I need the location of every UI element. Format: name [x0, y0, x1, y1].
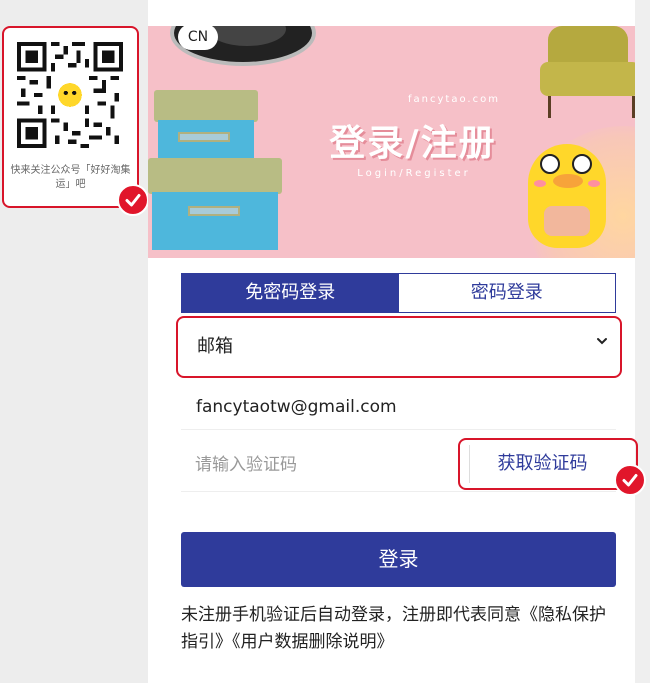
storage-box-lid-bottom — [148, 158, 282, 194]
qr-panel: 快来关注公众号「好好淘集运」吧 — [0, 0, 149, 683]
get-code-highlight-box: 获取验证码 — [458, 438, 638, 490]
armchair-seat — [540, 62, 635, 96]
banner-title: 登录/注册 — [329, 123, 497, 164]
armchair-leg — [632, 96, 635, 118]
tab-passwordless-login[interactable]: 免密码登录 — [182, 274, 399, 312]
login-button[interactable]: 登录 — [181, 532, 616, 587]
storage-box-lid-top — [154, 90, 258, 122]
terms-notice-text: 未注册手机验证后自动登录，注册即代表同意 — [181, 605, 521, 625]
banner-subtitle: Login/Register — [357, 168, 471, 179]
login-banner: CN fancytao.com 登录/注册 Login/Register — [148, 26, 635, 258]
qr-code — [17, 42, 123, 148]
tab-password-login[interactable]: 密码登录 — [398, 274, 615, 312]
email-field[interactable]: fancytaotw@gmail.com — [181, 385, 616, 430]
select-highlight-box: 邮箱 — [176, 316, 622, 378]
checkmark-icon — [117, 184, 149, 216]
armchair-leg — [548, 96, 551, 118]
terms-notice: 未注册手机验证后自动登录，注册即代表同意《隐私保护指引》《用户数据删除说明》 — [181, 602, 621, 656]
qr-caption: 快来关注公众号「好好淘集运」吧 — [10, 165, 131, 190]
card-top-strip — [148, 0, 635, 26]
verification-code-input[interactable] — [181, 442, 451, 488]
account-type-select[interactable]: 邮箱 — [183, 324, 615, 370]
get-code-button[interactable]: 获取验证码 — [469, 445, 615, 483]
chevron-down-icon — [597, 338, 607, 345]
armchair-image — [548, 26, 628, 66]
banner-site: fancytao.com — [408, 94, 500, 105]
language-toggle[interactable]: CN — [178, 26, 218, 50]
storage-box-label-bottom — [188, 206, 240, 216]
storage-box-bottom — [152, 192, 278, 250]
login-tabs: 免密码登录 密码登录 — [181, 273, 616, 313]
data-deletion-link[interactable]: 《用户数据删除说明》 — [232, 632, 394, 652]
duck-mascot-image — [528, 144, 606, 248]
checkmark-icon — [614, 464, 646, 496]
storage-box-label-top — [178, 132, 230, 142]
qr-highlight-box: 快来关注公众号「好好淘集运」吧 — [2, 26, 139, 208]
